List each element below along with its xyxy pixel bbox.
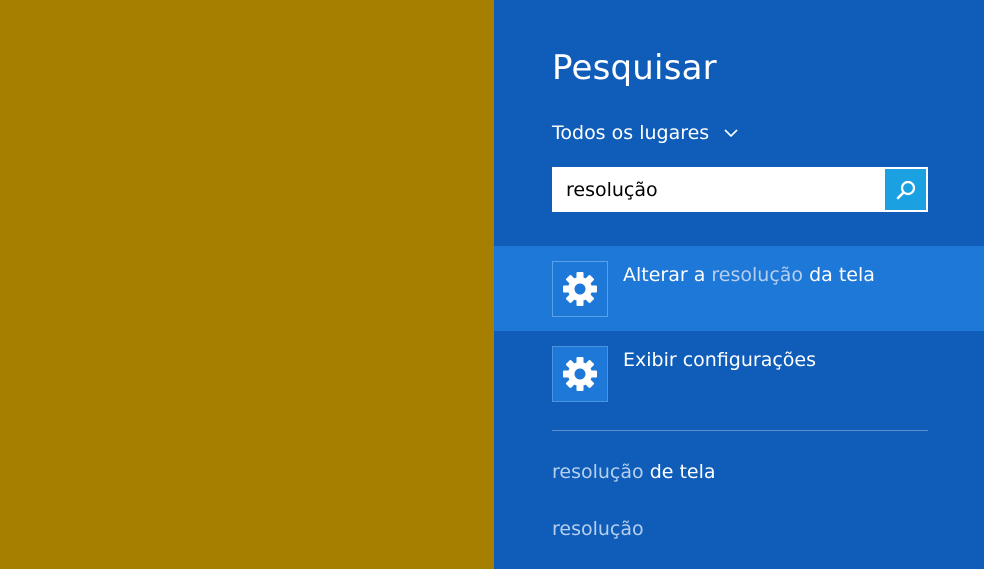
desktop-background — [0, 0, 494, 569]
suggestion-match: resolução — [552, 518, 644, 540]
gear-icon — [563, 272, 597, 306]
result-label-suffix: da tela — [803, 264, 875, 286]
result-tile — [552, 261, 608, 317]
panel-title: Pesquisar — [552, 48, 717, 88]
scope-label: Todos os lugares — [552, 122, 710, 144]
result-label-text: Exibir configurações — [623, 349, 817, 371]
result-tile — [552, 346, 608, 402]
search-button[interactable] — [885, 169, 926, 210]
search-scope-dropdown[interactable]: Todos os lugares — [552, 122, 739, 144]
gear-icon — [563, 357, 597, 391]
result-label: Alterar a resolução da tela — [623, 264, 875, 286]
result-label-prefix: Alterar a — [623, 264, 712, 286]
result-label-match: resolução — [711, 264, 804, 286]
suggestion-resolucao[interactable]: resolução — [552, 518, 644, 540]
search-input[interactable] — [552, 167, 885, 212]
search-box — [552, 167, 928, 212]
chevron-down-icon — [724, 129, 738, 138]
suggestion-match: resolução — [552, 461, 644, 483]
result-item-exibir-configuracoes[interactable]: Exibir configurações — [494, 331, 984, 416]
search-charm-panel: Pesquisar Todos os lugares resolução Alt… — [494, 0, 984, 569]
suggestion-rest: de tela — [643, 461, 716, 483]
search-icon — [896, 180, 915, 199]
result-label: Exibir configurações — [623, 349, 816, 371]
divider — [552, 430, 928, 431]
suggestion-resolucao-de-tela[interactable]: resolução de tela — [552, 461, 716, 483]
result-item-alterar-resolucao[interactable]: Alterar a resolução da tela — [494, 246, 984, 331]
